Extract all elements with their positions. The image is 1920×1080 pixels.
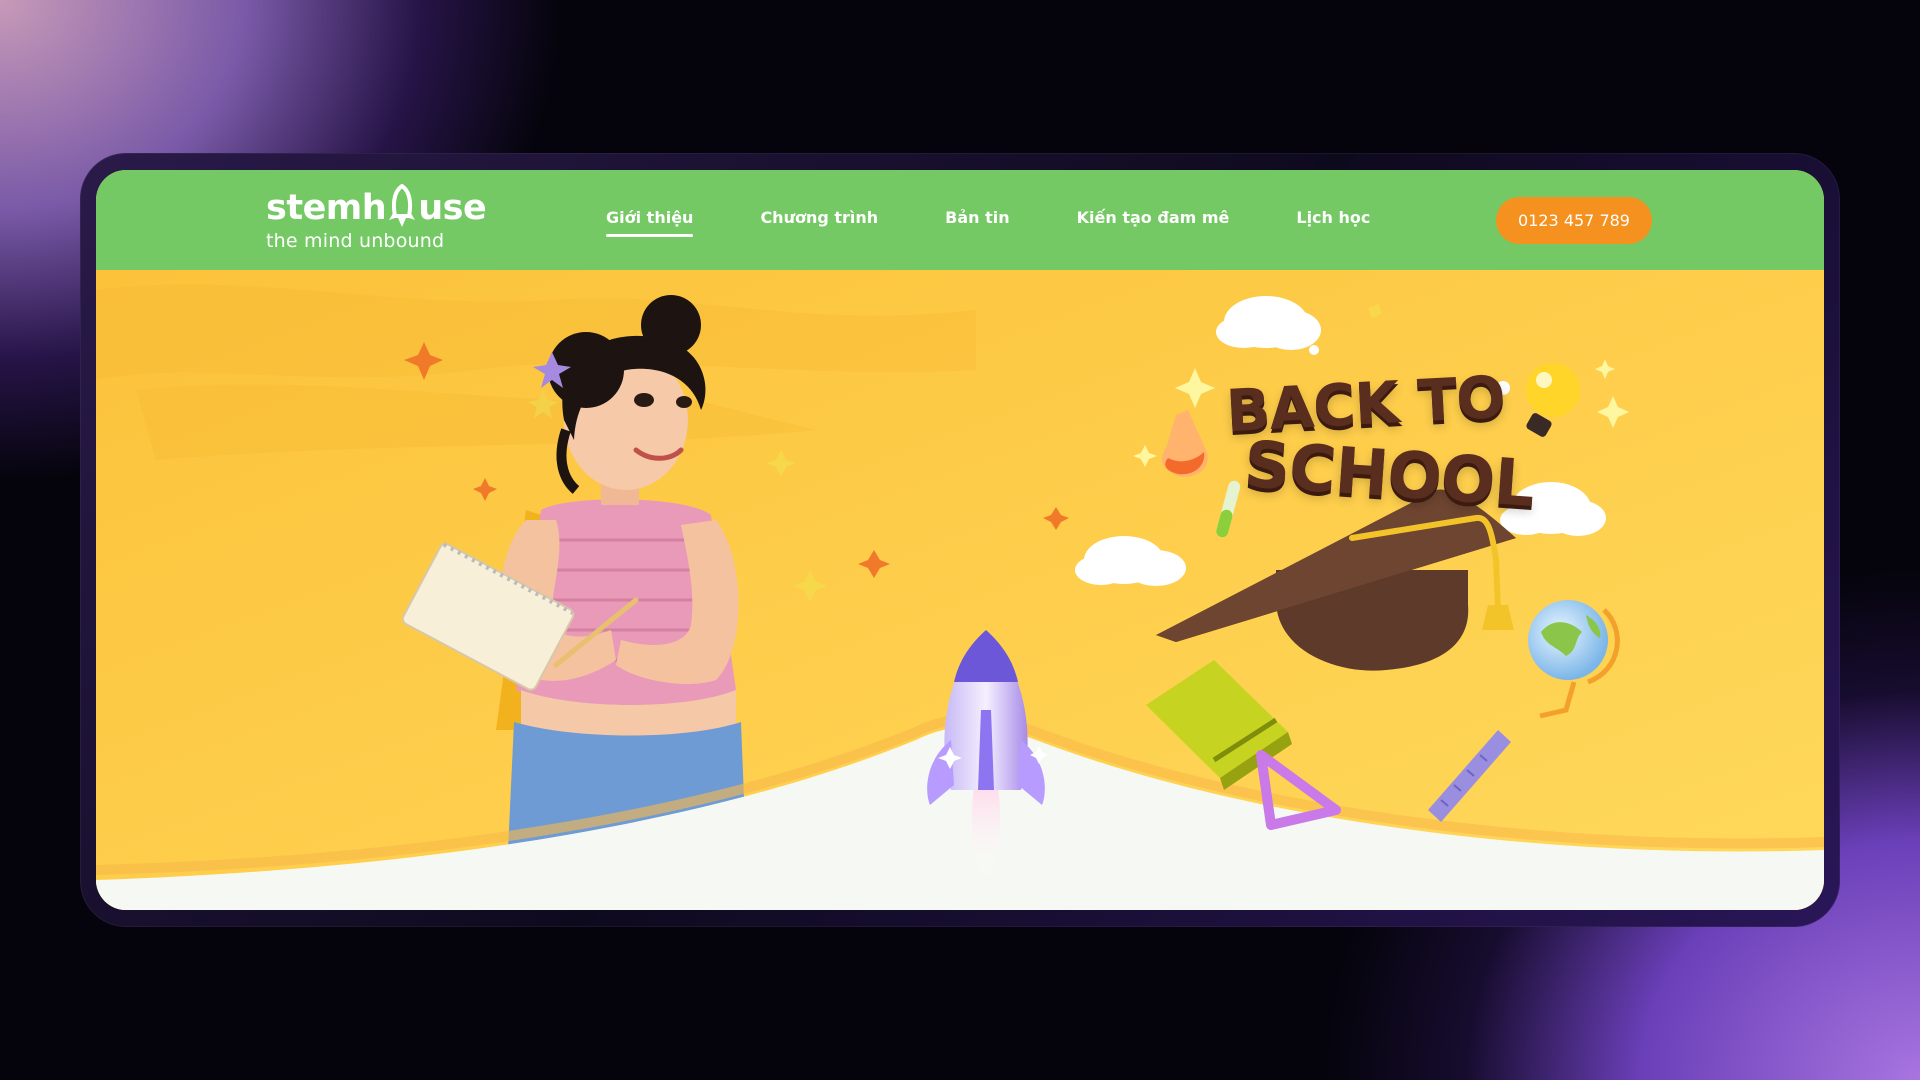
nav-item-ban-tin[interactable]: Bản tin bbox=[945, 208, 1009, 227]
nav-item-gioi-thieu[interactable]: Giới thiệu bbox=[606, 208, 694, 237]
brand-logo[interactable]: stemh use the mind unbound bbox=[266, 183, 487, 252]
site-header: stemh use the mind unbound Giới thiệu Ch… bbox=[96, 170, 1824, 270]
hero-illustration bbox=[96, 270, 1824, 910]
brand-name: stemh use bbox=[266, 183, 487, 228]
main-nav: Giới thiệu Chương trình Bản tin Kiến tạo… bbox=[606, 208, 1437, 237]
nav-item-chuong-trinh[interactable]: Chương trình bbox=[760, 208, 878, 227]
nav-item-kien-tao-dam-me[interactable]: Kiến tạo đam mê bbox=[1077, 208, 1230, 227]
brand-tagline: the mind unbound bbox=[266, 230, 445, 252]
browser-screen: stemh use the mind unbound Giới thiệu Ch… bbox=[96, 170, 1824, 910]
hero-banner: BACK TO SCHOOL bbox=[96, 270, 1824, 910]
nav-item-lich-hoc[interactable]: Lịch học bbox=[1296, 208, 1370, 227]
logo-rocket-icon bbox=[387, 183, 417, 228]
phone-contact-button[interactable]: 0123 457 789 bbox=[1496, 197, 1652, 244]
